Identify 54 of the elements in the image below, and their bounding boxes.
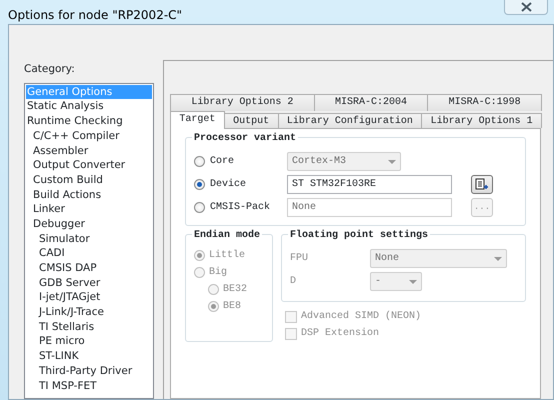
category-item[interactable]: Build Actions xyxy=(26,188,152,202)
category-item[interactable]: CADI xyxy=(26,246,152,261)
tab[interactable]: Output xyxy=(224,113,278,128)
option-label: BE32 xyxy=(223,283,248,297)
category-item[interactable]: Debugger xyxy=(26,216,152,232)
radio-button[interactable] xyxy=(194,202,205,213)
option-label: Little xyxy=(209,248,246,263)
tab[interactable]: Target xyxy=(170,111,225,129)
field-label: D xyxy=(290,275,298,289)
option-label: CMSIS-Pack xyxy=(210,200,272,215)
tab[interactable]: Library Options 1 xyxy=(421,113,542,128)
category-item[interactable]: PE micro xyxy=(26,334,152,350)
checkbox-label: DSP Extension xyxy=(301,326,380,341)
dropdown-value: None xyxy=(375,252,400,266)
category-item[interactable]: Linker xyxy=(26,202,152,217)
device-select-button[interactable] xyxy=(471,175,493,194)
category-item[interactable]: I-jet/JTAGjet xyxy=(26,290,152,306)
document-list-icon xyxy=(475,178,489,191)
caret-icon xyxy=(409,280,417,284)
close-button[interactable] xyxy=(504,0,548,15)
category-item[interactable]: TI Stellaris xyxy=(26,320,152,334)
caret-icon xyxy=(388,160,396,164)
category-item[interactable]: Static Analysis xyxy=(26,99,152,114)
checkbox-label: Advanced SIMD (NEON) xyxy=(301,310,422,324)
dropdown-value: - xyxy=(375,275,382,289)
category-item[interactable]: Custom Build xyxy=(26,172,152,188)
category-item[interactable]: TI MSP-FET xyxy=(26,378,152,394)
field-label: FPU xyxy=(290,252,310,266)
category-item[interactable]: Assembler xyxy=(26,144,152,158)
dropdown-value: Cortex-M3 xyxy=(292,155,346,169)
tab[interactable]: Library Options 2 xyxy=(170,94,315,111)
radio-button[interactable] xyxy=(194,179,205,190)
category-item[interactable]: ST-LINK xyxy=(26,349,152,364)
close-icon xyxy=(520,2,532,12)
input-field[interactable]: ST STM32F103RE xyxy=(287,175,452,194)
category-item[interactable]: GDB Server xyxy=(26,276,152,290)
category-item[interactable]: Third-Party Driver xyxy=(26,364,152,378)
radio-button[interactable] xyxy=(194,156,205,167)
window-title: Options for node "RP2002-C" xyxy=(8,7,182,24)
category-label: Category: xyxy=(24,62,76,77)
category-item[interactable]: CMSIS DAP xyxy=(26,261,152,276)
tab[interactable]: Library Configuration xyxy=(278,113,422,128)
category-item[interactable]: C/C++ Compiler xyxy=(26,128,152,144)
tab[interactable]: MISRA-C:1998 xyxy=(427,94,542,111)
option-label: BE8 xyxy=(223,300,242,314)
caret-icon xyxy=(494,256,502,260)
option-label: Core xyxy=(210,155,236,169)
category-item[interactable]: Output Converter xyxy=(26,158,152,173)
option-label: Device xyxy=(210,178,248,192)
category-item[interactable]: J-Link/J-Trace xyxy=(26,305,152,320)
option-label: Big xyxy=(209,266,228,280)
category-item[interactable]: Simulator xyxy=(26,232,152,246)
category-item[interactable]: Runtime Checking xyxy=(26,114,152,129)
tab[interactable]: MISRA-C:2004 xyxy=(314,94,428,111)
